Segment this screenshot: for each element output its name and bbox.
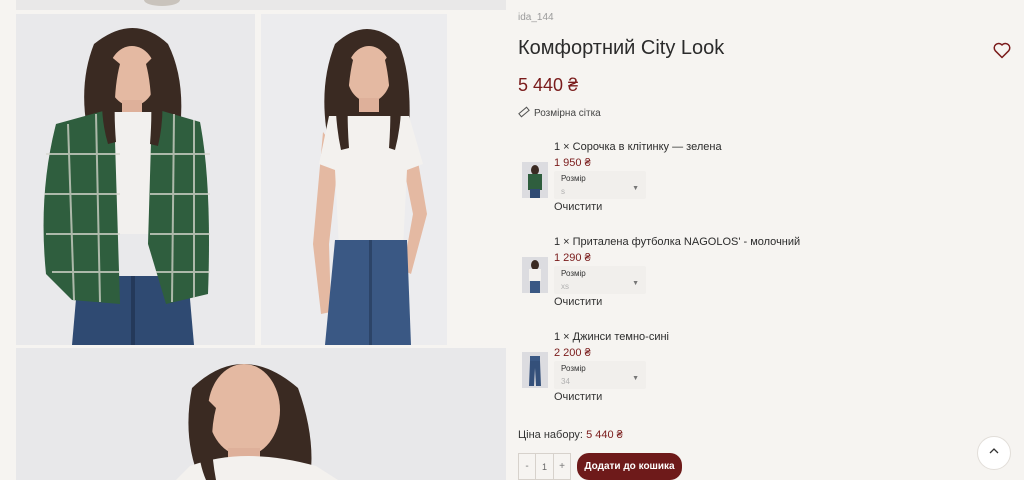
product-gallery [16, 0, 506, 480]
size-chart-link[interactable]: Розмірна сітка [518, 106, 601, 121]
product-price: 5 440 ₴ [518, 75, 579, 95]
product-photo-closeup[interactable] [16, 348, 506, 480]
previous-image-strip [16, 0, 506, 10]
item-title: 1 × Сорочка в клітинку — зелена [554, 141, 722, 153]
set-price-label: Ціна набору: [518, 429, 583, 441]
caret-down-icon: ▼ [632, 280, 639, 287]
product-sku: ida_144 [518, 12, 554, 23]
size-select-value: 34 [561, 377, 570, 386]
size-chart-label: Розмірна сітка [534, 108, 601, 119]
ruler-icon [518, 106, 530, 121]
size-select-label: Розмір [561, 269, 586, 278]
set-item-tee: 1 × Приталена футболка NAGOLOS' - молочн… [518, 236, 818, 326]
item-price: 2 200 ₴ [554, 347, 591, 359]
quantity-stepper: - 1 + [518, 453, 571, 480]
heart-icon[interactable] [992, 40, 1012, 60]
quantity-plus-button[interactable]: + [554, 454, 570, 479]
item-price: 1 290 ₴ [554, 252, 591, 264]
size-select[interactable]: Розмір 34 ▼ [554, 361, 646, 389]
item-thumbnail [522, 162, 548, 198]
product-title: Комфортний City Look [518, 37, 725, 59]
caret-down-icon: ▼ [632, 375, 639, 382]
product-photo-white-tee[interactable] [261, 14, 447, 345]
quantity-value[interactable]: 1 [535, 454, 554, 479]
size-select[interactable]: Розмір s ▼ [554, 171, 646, 199]
set-item-shirt: 1 × Сорочка в клітинку — зелена 1 950 ₴ … [518, 141, 818, 231]
item-thumbnail [522, 257, 548, 293]
set-price: Ціна набору: 5 440 ₴ [518, 429, 623, 441]
size-select-label: Розмір [561, 364, 586, 373]
scroll-to-top-button[interactable] [977, 436, 1011, 470]
chevron-up-icon [988, 444, 1000, 462]
set-item-jeans: 1 × Джинси темно-сині 2 200 ₴ Розмір 34 … [518, 331, 818, 421]
clear-button[interactable]: Очистити [554, 391, 602, 403]
size-select[interactable]: Розмір xs ▼ [554, 266, 646, 294]
clear-button[interactable]: Очистити [554, 201, 602, 213]
product-info: ida_144 Комфортний City Look 5 440 ₴ Роз… [518, 0, 1024, 480]
product-photo-plaid-shirt[interactable] [16, 14, 255, 345]
size-select-value: s [561, 187, 565, 196]
clear-button[interactable]: Очистити [554, 296, 602, 308]
add-to-cart-button[interactable]: Додати до кошика [577, 453, 682, 480]
caret-down-icon: ▼ [632, 185, 639, 192]
set-price-value: 5 440 ₴ [586, 429, 623, 441]
item-title: 1 × Джинси темно-сині [554, 331, 669, 343]
size-select-value: xs [561, 282, 569, 291]
item-price: 1 950 ₴ [554, 157, 591, 169]
quantity-minus-button[interactable]: - [519, 454, 535, 479]
item-title: 1 × Приталена футболка NAGOLOS' - молочн… [554, 236, 801, 248]
size-select-label: Розмір [561, 174, 586, 183]
item-thumbnail [522, 352, 548, 388]
